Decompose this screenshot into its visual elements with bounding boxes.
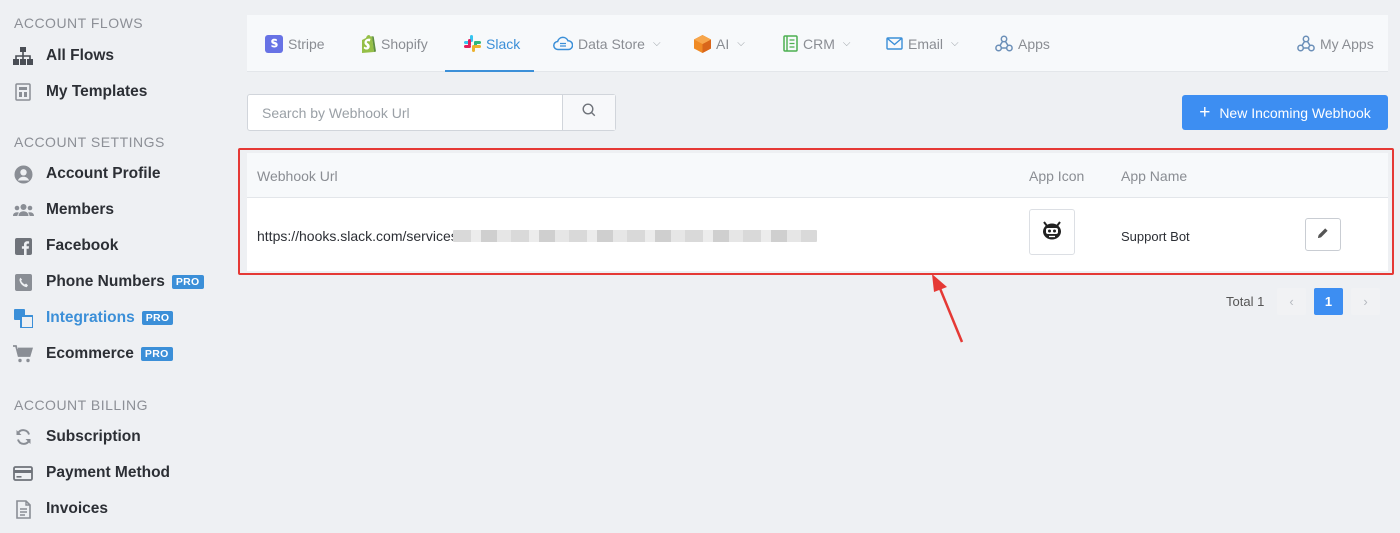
chevron-left-icon: ‹ xyxy=(1289,294,1294,309)
tab-stripe[interactable]: Stripe xyxy=(265,15,325,72)
tab-label: Apps xyxy=(1018,35,1050,52)
sidebar-item-ecommerce[interactable]: Ecommerce PRO xyxy=(12,342,173,366)
sidebar-item-subscription[interactable]: Subscription xyxy=(12,425,141,449)
webhooks-table: Webhook Url App Icon App Name https://ho… xyxy=(247,153,1388,271)
cart-icon xyxy=(12,343,34,365)
search-button[interactable] xyxy=(562,95,615,130)
app-name-cell: Support Bot xyxy=(1121,229,1190,244)
phone-icon xyxy=(12,271,34,293)
user-circle-icon xyxy=(12,163,34,185)
shopify-icon xyxy=(360,34,376,53)
search-input[interactable] xyxy=(248,95,562,130)
tab-label: My Apps xyxy=(1320,35,1374,52)
chevron-down-icon: ⌵ xyxy=(737,38,745,49)
sidebar-item-all-flows[interactable]: All Flows xyxy=(12,44,114,68)
integrations-icon xyxy=(12,307,34,329)
pagination-page-1[interactable]: 1 xyxy=(1314,288,1343,315)
sidebar-item-phone-numbers[interactable]: Phone Numbers PRO xyxy=(12,270,204,294)
tab-ai[interactable]: AI ⌵ xyxy=(694,15,745,72)
chevron-right-icon: › xyxy=(1363,294,1368,309)
tab-slack[interactable]: Slack xyxy=(464,15,520,72)
tab-label: Slack xyxy=(486,35,521,52)
column-header-webhook-url: Webhook Url xyxy=(257,168,338,184)
chevron-down-icon: ⌵ xyxy=(842,38,851,49)
edit-button[interactable] xyxy=(1305,218,1341,251)
app-icon-cell xyxy=(1029,209,1075,255)
chevron-down-icon: ⌵ xyxy=(652,38,661,49)
sidebar-item-label: Ecommerce xyxy=(46,345,134,362)
section-title-account-flows: ACCOUNT FLOWS xyxy=(14,15,144,31)
pagination-next-button[interactable]: › xyxy=(1351,288,1380,315)
sidebar-item-label: Members xyxy=(46,201,115,218)
webhook-search xyxy=(247,94,616,131)
annotation-arrow-icon xyxy=(932,274,964,343)
sidebar-item-label: Payment Method xyxy=(46,464,171,481)
sidebar-item-payment-method[interactable]: Payment Method xyxy=(12,461,170,485)
pro-badge: PRO xyxy=(140,347,173,361)
tab-shopify[interactable]: Shopify xyxy=(360,15,428,72)
pro-badge: PRO xyxy=(171,275,204,289)
pagination-total: Total 1 xyxy=(1226,294,1265,309)
webhook-url-cell: https://hooks.slack.com/services xyxy=(257,228,458,244)
tab-label: Email xyxy=(908,35,944,52)
redacted-url-blur xyxy=(453,230,817,242)
tab-label: Shopify xyxy=(381,35,428,52)
tab-data-store[interactable]: Data Store ⌵ xyxy=(553,15,661,72)
integration-tabs: Stripe Shopify Slack Data Store ⌵ AI ⌵ C… xyxy=(247,15,1388,72)
webhook-icon xyxy=(995,35,1013,52)
facebook-icon xyxy=(12,235,34,257)
sidebar-item-account-profile[interactable]: Account Profile xyxy=(12,162,161,186)
new-incoming-webhook-button[interactable]: + New Incoming Webhook xyxy=(1182,95,1388,130)
tab-label: CRM xyxy=(803,35,835,52)
bot-icon xyxy=(1041,219,1063,246)
sidebar-item-my-templates[interactable]: My Templates xyxy=(12,80,147,104)
sidebar-item-label: Facebook xyxy=(46,237,119,254)
invoice-icon xyxy=(12,498,34,520)
tab-label: Data Store xyxy=(578,35,645,52)
tab-apps[interactable]: Apps xyxy=(995,15,1050,72)
sidebar-item-label: Phone Numbers xyxy=(46,273,165,290)
mail-icon xyxy=(886,37,903,50)
sidebar-item-label: My Templates xyxy=(46,83,148,100)
sidebar-item-members[interactable]: Members xyxy=(12,198,114,222)
template-icon xyxy=(12,81,34,103)
webhook-icon xyxy=(1297,35,1315,52)
plus-icon: + xyxy=(1199,102,1211,123)
ai-cube-icon xyxy=(694,34,711,53)
sidebar-item-invoices[interactable]: Invoices xyxy=(12,497,108,521)
chevron-down-icon: ⌵ xyxy=(951,38,959,49)
new-button-label: New Incoming Webhook xyxy=(1219,104,1371,121)
slack-icon xyxy=(464,35,481,52)
cloud-icon xyxy=(553,36,573,51)
section-title-account-billing: ACCOUNT BILLING xyxy=(14,397,149,413)
sidebar-item-integrations[interactable]: Integrations PRO xyxy=(12,306,174,330)
stripe-icon xyxy=(265,34,283,53)
pagination-prev-button[interactable]: ‹ xyxy=(1277,288,1306,315)
refresh-icon xyxy=(12,426,34,448)
tab-crm[interactable]: CRM ⌵ xyxy=(783,15,850,72)
section-title-account-settings: ACCOUNT SETTINGS xyxy=(14,134,165,150)
table-header: Webhook Url App Icon App Name xyxy=(247,153,1388,198)
sidebar-item-label: Integrations xyxy=(46,309,135,326)
pro-badge: PRO xyxy=(141,311,174,325)
sidebar-item-label: Account Profile xyxy=(46,165,161,182)
members-icon xyxy=(12,199,34,221)
sidebar-item-label: Subscription xyxy=(46,428,141,445)
credit-card-icon xyxy=(12,462,34,484)
sidebar-item-label: Invoices xyxy=(46,500,109,517)
tab-my-apps[interactable]: My Apps xyxy=(1297,15,1374,72)
sidebar-item-facebook[interactable]: Facebook xyxy=(12,234,118,258)
tab-label: Stripe xyxy=(288,35,325,52)
tab-email[interactable]: Email ⌵ xyxy=(886,15,959,72)
pencil-icon xyxy=(1317,226,1329,244)
sitemap-icon xyxy=(12,45,34,67)
sidebar-item-label: All Flows xyxy=(46,47,115,64)
column-header-app-name: App Name xyxy=(1121,168,1188,184)
sidebar: ACCOUNT FLOWS All Flows My Templates ACC… xyxy=(0,0,225,533)
crm-icon xyxy=(783,35,798,52)
active-tab-indicator xyxy=(445,70,534,72)
column-header-app-icon: App Icon xyxy=(1029,168,1085,184)
tab-label: AI xyxy=(716,35,730,52)
search-icon xyxy=(582,103,596,122)
